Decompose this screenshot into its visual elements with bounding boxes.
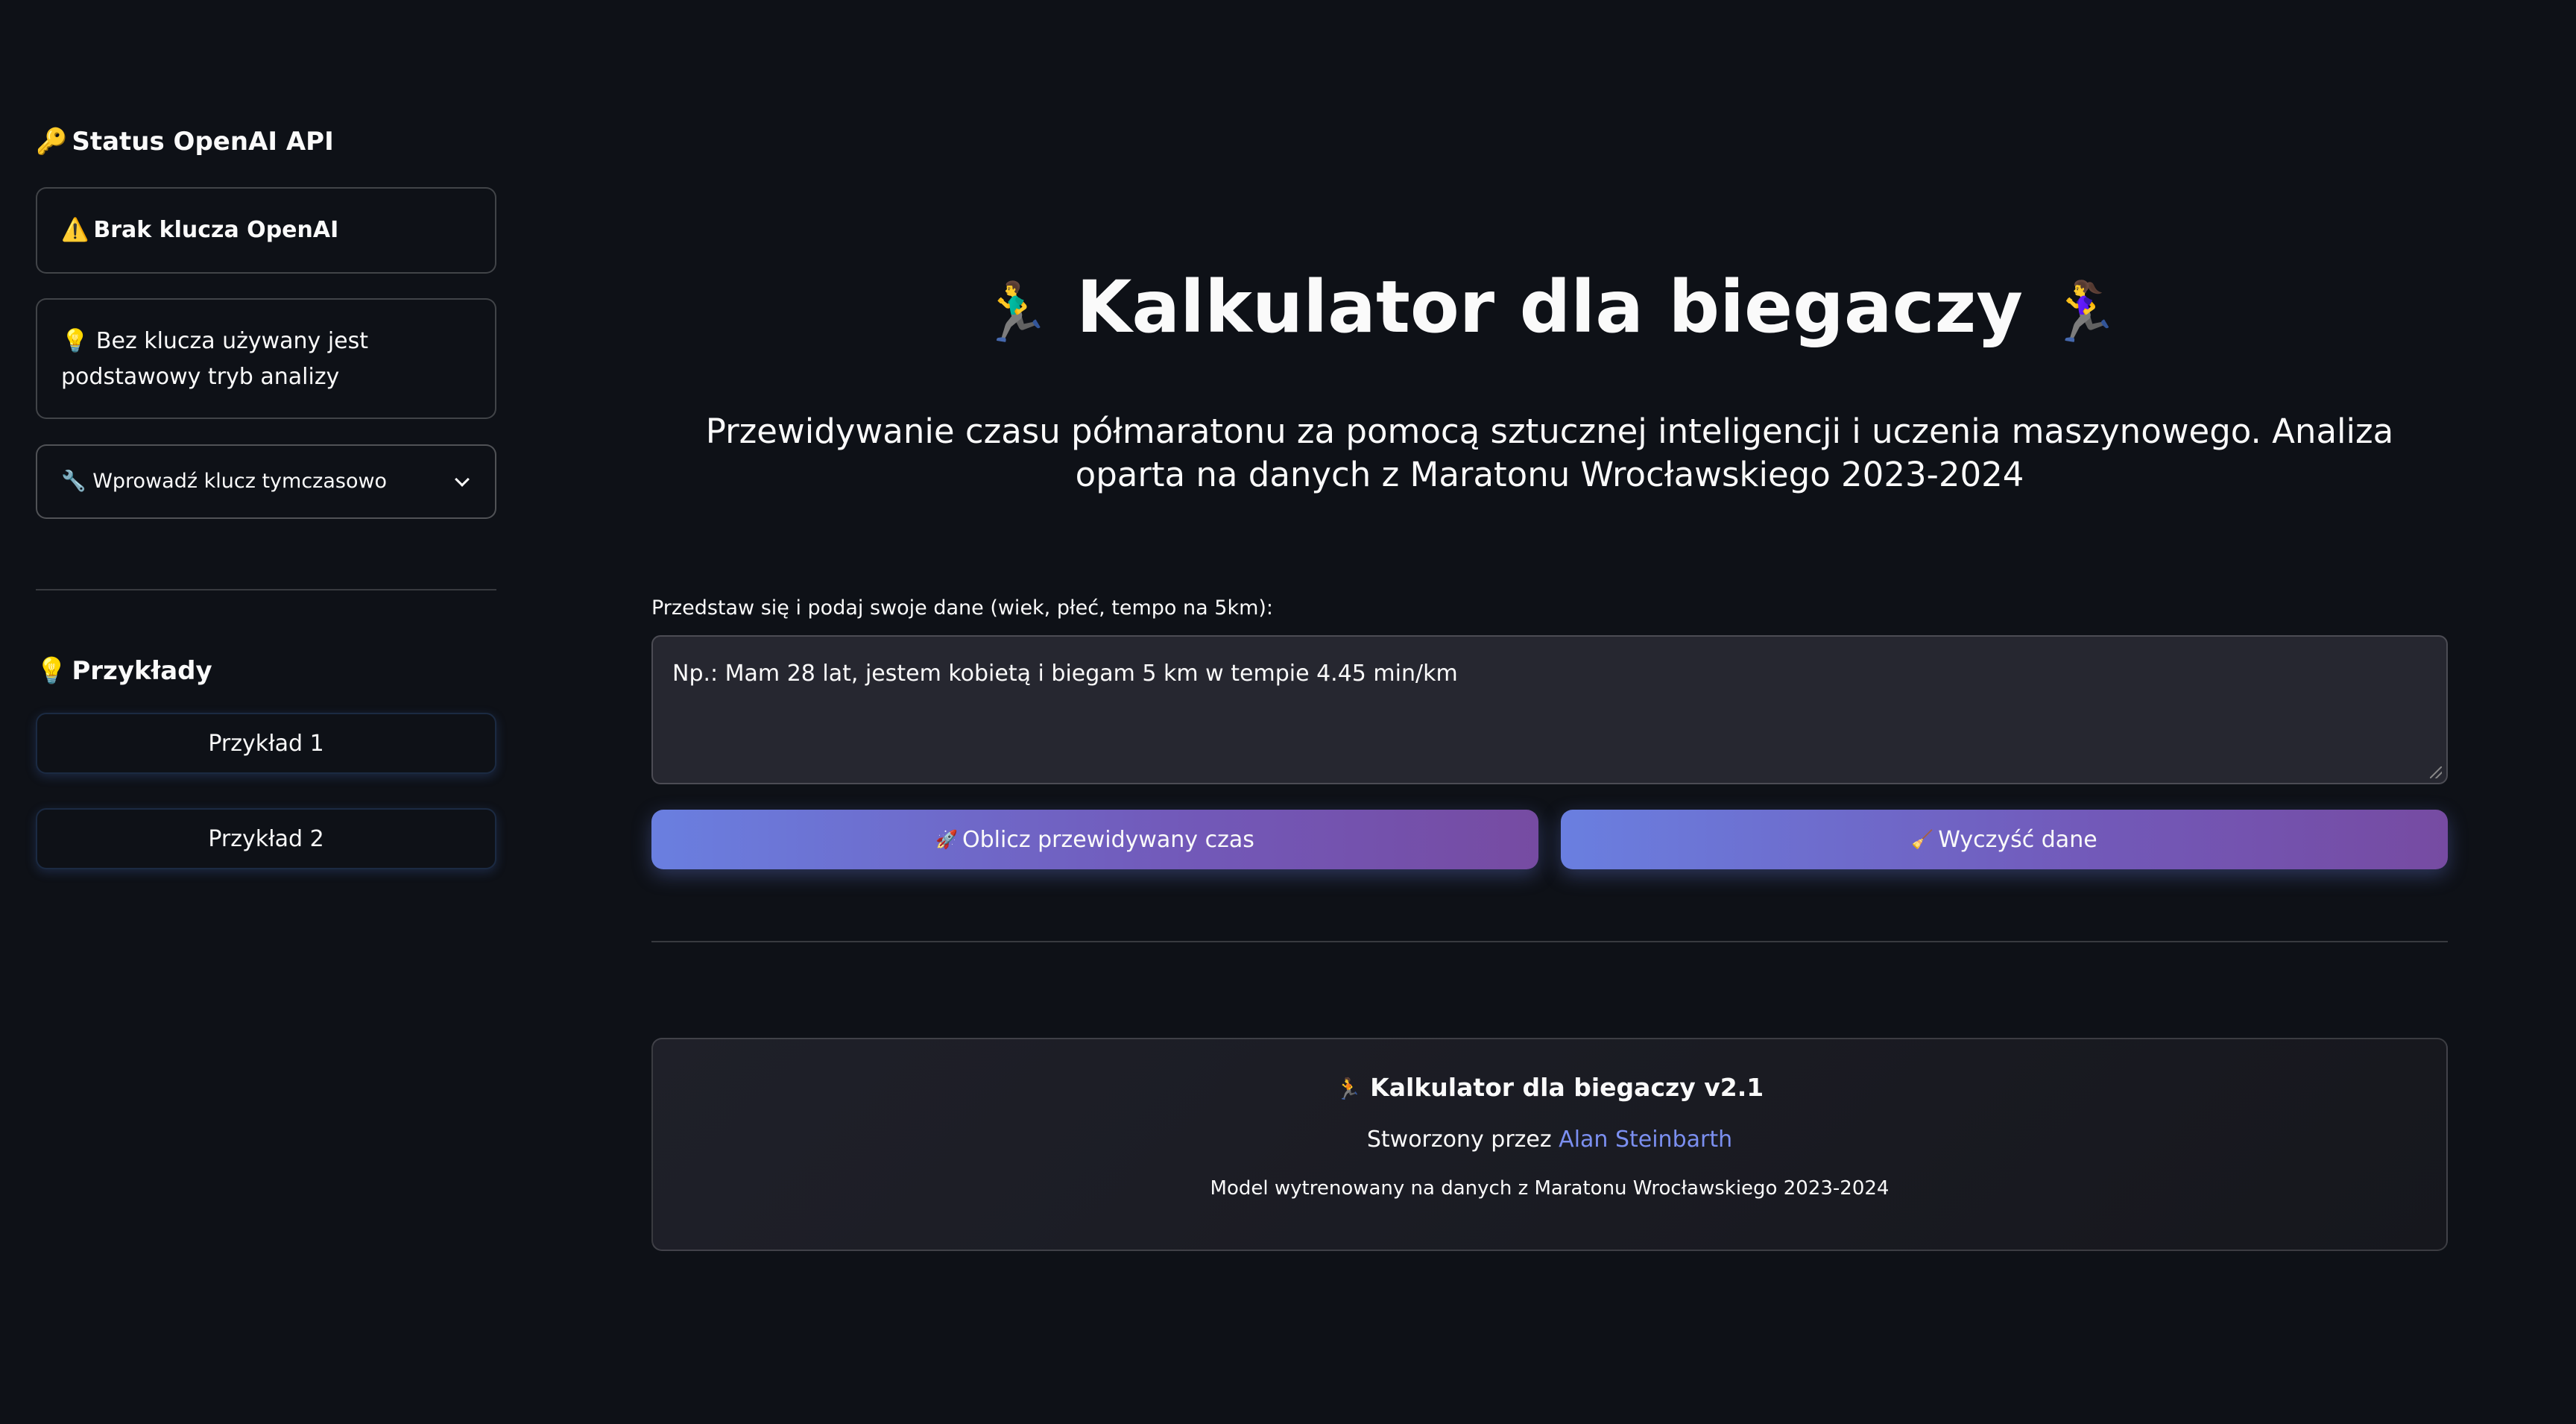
page-title-text: Kalkulator dla biegaczy: [1076, 265, 2023, 349]
footer-author: Stworzony przez Alan Steinbarth: [653, 1123, 2446, 1157]
warning-icon: ⚠️: [61, 217, 89, 243]
app-root: 🔑 Status OpenAI API ⚠️ Brak klucza OpenA…: [0, 0, 2576, 1424]
status-header: 🔑 Status OpenAI API: [36, 127, 334, 157]
page-subtitle: Przewidywanie czasu półmaratonu za pomoc…: [705, 412, 2394, 494]
chevron-down-icon: [453, 473, 471, 491]
example-1-button[interactable]: Przykład 1: [36, 713, 496, 774]
lightbulb-icon: 💡: [36, 656, 68, 686]
page-title: 🏃‍♂️ Kalkulator dla biegaczy 🏃‍♀️: [651, 262, 2448, 357]
status-header-label: Status OpenAI API: [72, 127, 334, 157]
author-link[interactable]: Alan Steinbarth: [1559, 1127, 1732, 1153]
clear-button[interactable]: 🧹 Wyczyść dane: [1561, 810, 2448, 869]
footer-title-text: Kalkulator dla biegaczy v2.1: [1370, 1073, 1764, 1102]
examples-header-label: Przykłady: [72, 656, 212, 686]
calculate-button-label: Oblicz przewidywany czas: [962, 826, 1254, 853]
clear-button-label: Wyczyść dane: [1938, 826, 2097, 853]
broom-icon: 🧹: [1911, 829, 1934, 850]
examples-header: 💡 Przykłady: [36, 656, 212, 686]
footer-title: 🏃 Kalkulator dla biegaczy v2.1: [653, 1069, 2446, 1108]
runner-data-input[interactable]: Np.: Mam 28 lat, jestem kobietą i biegam…: [651, 635, 2448, 784]
input-placeholder: Np.: Mam 28 lat, jestem kobietą i biegam…: [672, 661, 1458, 687]
rocket-icon: 🚀: [935, 829, 959, 850]
runner-woman-icon: 🏃‍♀️: [2048, 279, 2121, 346]
sidebar-divider: [36, 589, 496, 590]
key-icon: 🔑: [36, 127, 68, 157]
example-2-button[interactable]: Przykład 2: [36, 808, 496, 869]
runner-icon: 🏃‍♂️: [979, 279, 1052, 346]
info-box: 💡 Bez klucza używany jest podstawowy try…: [36, 298, 496, 419]
runner-icon: 🏃: [1335, 1077, 1362, 1101]
author-prefix: Stworzony przez: [1366, 1127, 1552, 1153]
api-key-expander[interactable]: 🔧 Wprowadź klucz tymczasowo: [36, 444, 496, 519]
warning-text: Brak klucza OpenAI: [93, 217, 339, 243]
main-divider: [651, 941, 2448, 942]
model-note: Model wytrenowany na danych z Maratonu W…: [1210, 1177, 1890, 1200]
calculate-button[interactable]: 🚀 Oblicz przewidywany czas: [651, 810, 1538, 869]
footer-card: 🏃 Kalkulator dla biegaczy v2.1 Stworzony…: [651, 1038, 2448, 1251]
sidebar: 🔑 Status OpenAI API ⚠️ Brak klucza OpenA…: [0, 0, 529, 1424]
expander-label: Wprowadź klucz tymczasowo: [92, 470, 388, 493]
expander-label-wrap: 🔧 Wprowadź klucz tymczasowo: [61, 464, 387, 500]
warning-box: ⚠️ Brak klucza OpenAI: [36, 187, 496, 274]
lightbulb-icon: 💡: [61, 328, 89, 354]
wrench-icon: 🔧: [61, 470, 86, 493]
info-text: Bez klucza używany jest podstawowy tryb …: [61, 328, 369, 390]
resize-handle[interactable]: [2430, 766, 2442, 778]
input-label: Przedstaw się i podaj swoje dane (wiek, …: [651, 596, 1274, 620]
